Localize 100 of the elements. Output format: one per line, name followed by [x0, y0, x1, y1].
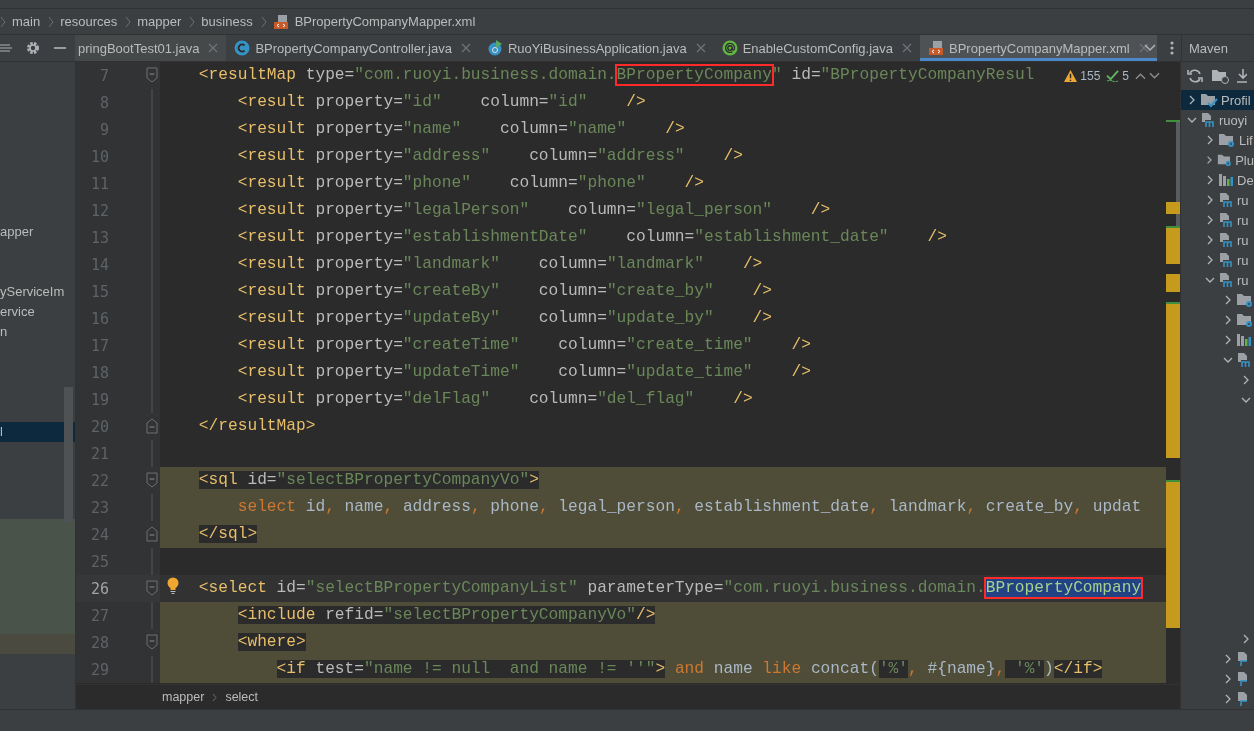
run-config-icon	[486, 40, 503, 56]
scrollbar-thumb[interactable]	[64, 387, 73, 522]
code-line: <include refid="selectBPropertyCompanyVo"/>	[237, 605, 656, 626]
project-tree-item[interactable]: n	[0, 322, 75, 342]
code-line: </resultMap>	[198, 416, 316, 437]
chevron-right-icon[interactable]	[1223, 694, 1233, 704]
chevron-right-icon[interactable]	[1205, 215, 1215, 225]
editor-tab[interactable]: BPropertyCompanyController.java	[226, 35, 479, 61]
line-number: 26	[89, 579, 109, 598]
breadcrumb-item[interactable]: BPropertyCompanyMapper.xml	[294, 14, 476, 29]
module-icon	[1218, 252, 1234, 268]
maven-tree-item[interactable]: Plu	[1181, 150, 1254, 170]
breadcrumb-item[interactable]: select	[225, 690, 259, 704]
code-line: select id, name, address, phone, legal_person, establishment_date, landmark, create_by, updat	[237, 497, 1142, 518]
maven-tree-item[interactable]: De	[1181, 170, 1254, 190]
chevron-right-icon[interactable]	[1205, 235, 1215, 245]
folder-gear-icon	[1216, 152, 1233, 168]
maven-tree-item[interactable]: ru	[1181, 230, 1254, 250]
code-line: <result property="createTime" column="create_time" />	[237, 335, 811, 356]
code-line: <resultMap type="com.ruoyi.business.domain.BPropertyCompany" id="BPropertyCompanyResul	[198, 65, 1035, 86]
chevron-right-icon[interactable]	[1205, 155, 1214, 165]
breadcrumb-item[interactable]: main	[12, 14, 41, 29]
project-tree-item[interactable]: apper	[0, 222, 75, 242]
refresh-icon[interactable]	[1187, 68, 1203, 84]
module-icon	[1218, 192, 1234, 208]
chevron-right-icon[interactable]	[1241, 375, 1251, 385]
module-icon	[1236, 671, 1248, 687]
chevron-right-icon	[0, 15, 6, 28]
code-line: <result property="legalPerson" column="legal_person" />	[237, 200, 831, 221]
folder-check-icon	[1200, 92, 1218, 108]
close-icon[interactable]	[1138, 43, 1149, 53]
chevron-right-icon	[189, 15, 196, 28]
check-icon	[1106, 69, 1120, 82]
warning-icon	[1064, 69, 1078, 82]
chevron-right-icon[interactable]	[1187, 95, 1197, 105]
download-icon[interactable]	[1237, 68, 1247, 84]
lightbulb-icon[interactable]	[166, 577, 180, 595]
maven-tree-item[interactable]: ruoyi	[1181, 110, 1254, 130]
chevron-right-icon[interactable]	[1223, 295, 1233, 305]
module-icon	[1218, 212, 1234, 228]
xml-file-icon	[928, 40, 944, 56]
code-line: <sql id="selectBPropertyCompanyVo">	[198, 470, 539, 491]
editor-tab[interactable]: BPropertyCompanyMapper.xml	[920, 35, 1157, 61]
chevron-right-icon[interactable]	[1205, 255, 1215, 265]
chevron-down-icon[interactable]	[1149, 71, 1160, 80]
maven-tree-item[interactable]: ru	[1181, 190, 1254, 210]
code-line: <result property="delFlag" column="del_flag" />	[237, 389, 753, 410]
chevron-down-icon[interactable]	[1205, 275, 1215, 285]
chevron-right-icon	[125, 15, 132, 28]
module-icon	[1218, 272, 1234, 288]
folder-refresh-icon[interactable]	[1211, 68, 1229, 84]
code-line: <result property="address" column="address" />	[237, 146, 743, 167]
project-tree-item[interactable]: ervice	[0, 302, 75, 322]
editor-tab[interactable]: EnableCustomConfig.java	[713, 35, 920, 61]
breadcrumb-item[interactable]: resources	[60, 14, 118, 29]
project-tree-item[interactable]: yServiceIm	[0, 282, 75, 302]
module-icon	[1200, 112, 1216, 128]
xml-file-icon	[272, 13, 289, 30]
weak-warning-count: 5	[1122, 68, 1129, 83]
chevron-down-icon[interactable]	[1241, 395, 1251, 405]
class-icon	[234, 40, 251, 56]
editor-tab[interactable]: pringBootTest01.java	[75, 35, 227, 61]
code-line: <if test="name != null and name != ''"> and name like concat('%', #{name}, '%')</if>	[276, 659, 1103, 680]
library-icon	[1218, 172, 1234, 188]
module-icon	[1236, 691, 1248, 707]
collapse-icon[interactable]	[0, 42, 12, 54]
module-icon	[1236, 651, 1248, 667]
code-line: <result property="phone" column="phone" />	[237, 173, 704, 194]
chevron-down-icon[interactable]	[1187, 115, 1197, 125]
code-line: <result property="createBy" column="create_by" />	[237, 281, 773, 302]
chevron-right-icon[interactable]	[1205, 135, 1215, 145]
chevron-right-icon[interactable]	[1205, 175, 1215, 185]
settings-icon[interactable]	[26, 41, 40, 55]
maven-tree-item[interactable]: ru	[1181, 210, 1254, 230]
code-line: <result property="landmark" column="landmark" />	[237, 254, 763, 275]
chevron-down-icon[interactable]	[1144, 44, 1156, 52]
chevron-right-icon	[212, 692, 218, 702]
editor-tab[interactable]: RuoYiBusinessApplication.java	[478, 35, 714, 61]
folder-gear-icon	[1218, 132, 1236, 148]
breadcrumb-item[interactable]: business	[201, 14, 253, 29]
more-icon[interactable]	[1170, 41, 1174, 55]
chevron-right-icon[interactable]	[1241, 634, 1251, 644]
code-line: <result property="name" column="name" />	[237, 119, 685, 140]
warning-count: 155	[1080, 68, 1101, 83]
maven-tree-item[interactable]: ru	[1181, 250, 1254, 270]
maven-tree-item[interactable]: Lif	[1181, 130, 1254, 150]
code-line: <result property="establishmentDate" column="establishment_date" />	[237, 227, 947, 248]
panel-title: Maven	[1189, 40, 1229, 56]
chevron-right-icon	[260, 15, 267, 28]
chevron-right-icon[interactable]	[1223, 654, 1233, 664]
chevron-up-icon[interactable]	[1135, 71, 1146, 80]
breadcrumb-item[interactable]: mapper	[162, 690, 205, 704]
maven-tree-item[interactable]: ru	[1181, 270, 1254, 290]
breadcrumb-item[interactable]: mapper	[137, 14, 182, 29]
chevron-right-icon[interactable]	[1223, 315, 1233, 325]
maven-tree-item[interactable]: Profil	[1181, 90, 1254, 110]
chevron-right-icon[interactable]	[1223, 674, 1233, 684]
chevron-right-icon[interactable]	[1223, 335, 1233, 345]
chevron-right-icon[interactable]	[1205, 195, 1215, 205]
chevron-down-icon[interactable]	[1223, 355, 1233, 365]
